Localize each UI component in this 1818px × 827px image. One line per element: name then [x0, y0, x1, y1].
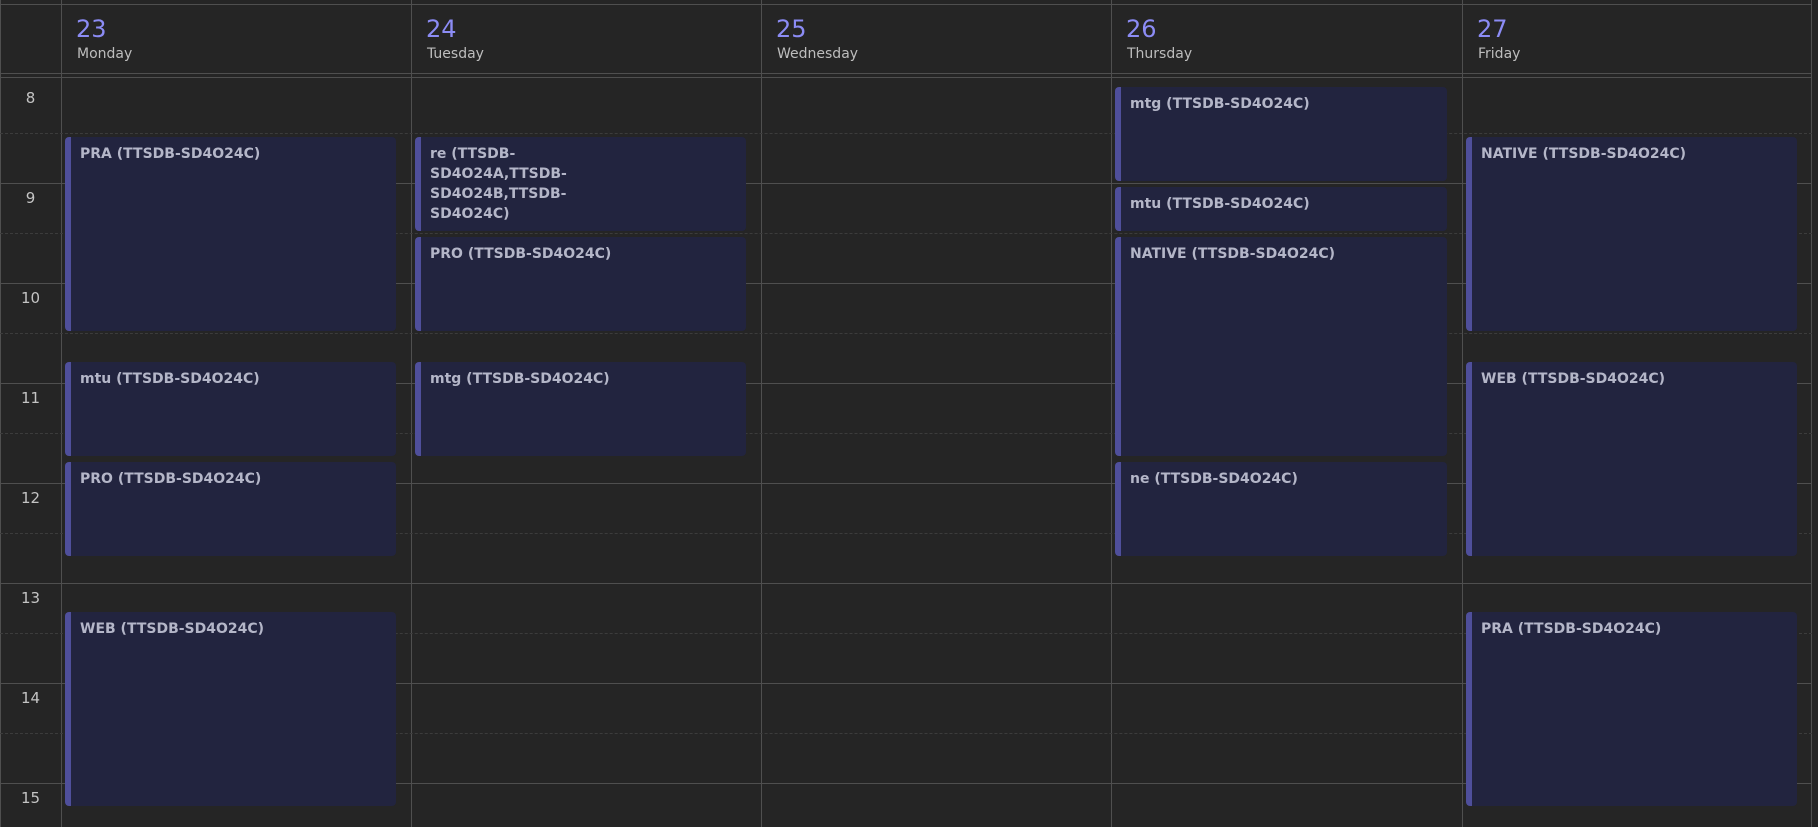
hour-label-12: 12	[20, 489, 41, 507]
grid-line-wednesday	[761, 0, 762, 827]
event-title: PRO (TTSDB-SD4O24C)	[430, 246, 612, 262]
event-thursday-mtu[interactable]: mtu (TTSDB-SD4O24C)	[1115, 187, 1447, 231]
hour-label-11: 11	[20, 389, 41, 407]
hour-label-15: 15	[20, 789, 41, 807]
event-monday-web[interactable]: WEB (TTSDB-SD4O24C)	[65, 612, 396, 806]
event-title: PRO (TTSDB-SD4O24C)	[80, 471, 262, 487]
event-title: mtg (TTSDB-SD4O24C)	[1130, 96, 1310, 112]
grid-line-header-bottom	[0, 73, 1812, 74]
half-hour-line	[0, 133, 1812, 134]
day-name: Monday	[77, 46, 133, 62]
event-title: PRA (TTSDB-SD4O24C)	[80, 146, 261, 162]
day-number: 24	[426, 15, 457, 43]
event-thursday-native[interactable]: NATIVE (TTSDB-SD4O24C)	[1115, 237, 1447, 456]
grid-line-time-gutter	[61, 0, 62, 827]
event-title: mtu (TTSDB-SD4O24C)	[1130, 196, 1310, 212]
event-title: NATIVE (TTSDB-SD4O24C)	[1481, 146, 1687, 162]
event-thursday-ne[interactable]: ne (TTSDB-SD4O24C)	[1115, 462, 1447, 556]
hour-label-8: 8	[25, 89, 36, 107]
event-title: ne (TTSDB-SD4O24C)	[1130, 471, 1298, 487]
event-tuesday-pro[interactable]: PRO (TTSDB-SD4O24C)	[415, 237, 746, 331]
day-header-thursday[interactable]: 26 Thursday	[1112, 5, 1462, 73]
day-header-wednesday[interactable]: 25 Wednesday	[762, 5, 1111, 73]
hour-label-10: 10	[20, 289, 41, 307]
event-friday-native[interactable]: NATIVE (TTSDB-SD4O24C)	[1466, 137, 1797, 331]
day-name: Friday	[1478, 46, 1521, 62]
grid-line-tuesday	[411, 0, 412, 827]
half-hour-line	[0, 333, 1812, 334]
event-monday-pra[interactable]: PRA (TTSDB-SD4O24C)	[65, 137, 396, 331]
event-title: PRA (TTSDB-SD4O24C)	[1481, 621, 1662, 637]
event-monday-pro[interactable]: PRO (TTSDB-SD4O24C)	[65, 462, 396, 556]
event-title: mtu (TTSDB-SD4O24C)	[80, 371, 260, 387]
event-title: NATIVE (TTSDB-SD4O24C)	[1130, 246, 1336, 262]
grid-line-header-bottom-2	[0, 77, 1812, 78]
event-monday-mtu[interactable]: mtu (TTSDB-SD4O24C)	[65, 362, 396, 456]
day-number: 26	[1126, 15, 1157, 43]
day-header-friday[interactable]: 27 Friday	[1463, 5, 1811, 73]
hour-label-9: 9	[25, 189, 36, 207]
hour-label-13: 13	[20, 589, 41, 607]
event-tuesday-mtg[interactable]: mtg (TTSDB-SD4O24C)	[415, 362, 746, 456]
hour-label-14: 14	[20, 689, 41, 707]
event-thursday-mtg[interactable]: mtg (TTSDB-SD4O24C)	[1115, 87, 1447, 181]
event-title: WEB (TTSDB-SD4O24C)	[1481, 371, 1666, 387]
day-header-monday[interactable]: 23 Monday	[62, 5, 411, 73]
event-friday-web[interactable]: WEB (TTSDB-SD4O24C)	[1466, 362, 1797, 556]
grid-line-friday	[1462, 0, 1463, 827]
event-title: re (TTSDB-SD4O24A,TTSDB-SD4O24B,TTSDB-SD…	[430, 146, 567, 222]
hour-line-13	[0, 583, 1812, 584]
day-name: Thursday	[1127, 46, 1193, 62]
day-name: Wednesday	[777, 46, 859, 62]
event-tuesday-re[interactable]: re (TTSDB-SD4O24A,TTSDB-SD4O24B,TTSDB-SD…	[415, 137, 746, 231]
event-title: mtg (TTSDB-SD4O24C)	[430, 371, 610, 387]
day-name: Tuesday	[427, 46, 484, 62]
day-header-tuesday[interactable]: 24 Tuesday	[412, 5, 761, 73]
week-calendar: 23 Monday 24 Tuesday 25 Wednesday 26 Thu…	[0, 0, 1818, 827]
event-title: WEB (TTSDB-SD4O24C)	[80, 621, 265, 637]
day-number: 23	[76, 15, 107, 43]
event-friday-pra[interactable]: PRA (TTSDB-SD4O24C)	[1466, 612, 1797, 806]
grid-line-right	[1811, 0, 1812, 827]
grid-line-thursday	[1111, 0, 1112, 827]
day-number: 25	[776, 15, 807, 43]
day-number: 27	[1477, 15, 1508, 43]
